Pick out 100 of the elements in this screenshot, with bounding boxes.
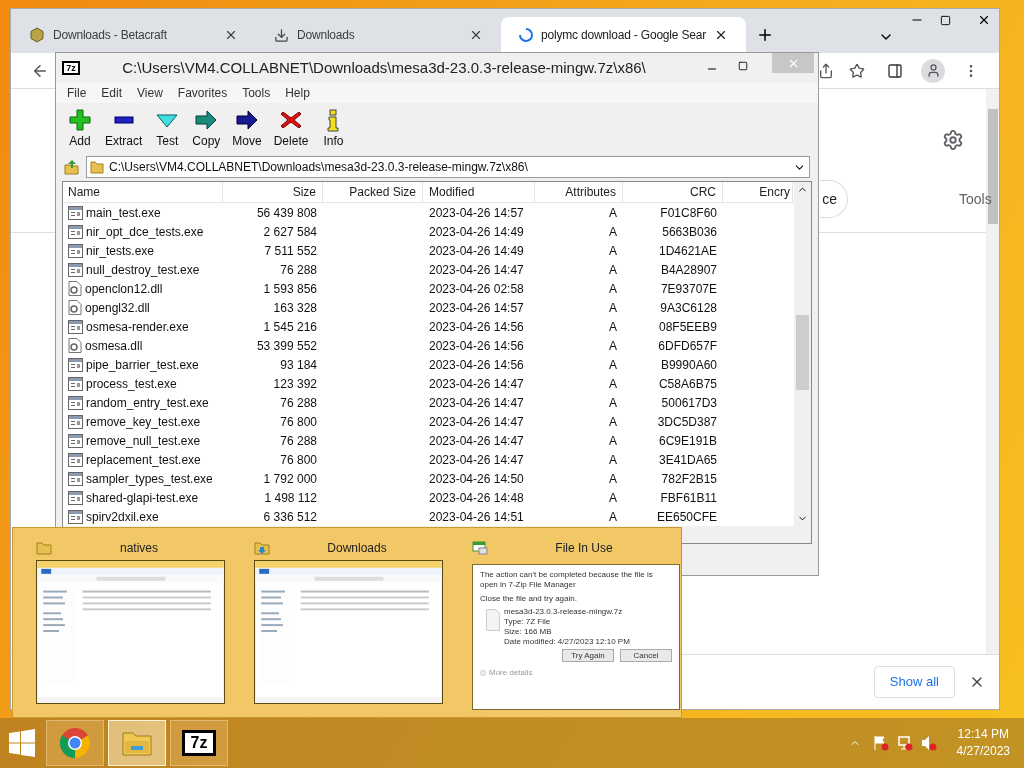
file-name: process_test.exe — [86, 375, 177, 393]
menu-item[interactable]: Favorites — [177, 84, 228, 102]
address-field[interactable]: C:\Users\VM4.COLLABNET\Downloads\mesa3d-23.0.3-release-mingw.7z\x86\ — [86, 156, 810, 178]
toolbar-button[interactable]: Delete — [270, 108, 312, 150]
side-panel-icon[interactable] — [887, 62, 903, 79]
menu-item[interactable]: Help — [285, 84, 310, 102]
file-name: openclon12.dll — [85, 280, 163, 298]
file-name: pipe_barrier_test.exe — [86, 356, 199, 374]
file-modified: 2023-04-26 02:58 — [429, 281, 524, 296]
star-icon[interactable] — [849, 62, 865, 79]
file-icon — [486, 607, 500, 631]
file-name: nir_opt_dce_tests.exe — [86, 223, 204, 241]
download-icon — [274, 27, 289, 43]
scrollbar[interactable] — [794, 182, 811, 526]
file-modified: 2023-04-26 14:49 — [429, 243, 524, 258]
column-header[interactable]: Name — [63, 182, 223, 202]
folder-icon — [254, 540, 270, 556]
menu-item[interactable]: File — [67, 84, 87, 102]
taskbar-button[interactable]: 7z — [170, 720, 228, 766]
toolbar-button[interactable]: Copy — [189, 108, 224, 150]
column-header[interactable]: Modified — [423, 182, 535, 202]
window-title: C:\Users\VM4.COLLABNET\Downloads\mesa3d-23.0.3-release-mingw.7z\x86\ — [121, 57, 647, 78]
browser-tab[interactable]: polymc download - Google Sear — [501, 17, 746, 53]
file-size: 76 288 — [280, 433, 317, 448]
new-tab-icon[interactable] — [756, 26, 774, 44]
file-size: 76 288 — [280, 262, 317, 277]
speaker-icon[interactable] — [920, 735, 937, 751]
toolbar-button[interactable]: Move — [229, 108, 265, 150]
file-crc: B4A28907 — [660, 262, 717, 277]
toolbar-button[interactable]: Add — [64, 108, 96, 150]
close-icon[interactable] — [714, 28, 728, 42]
dialog-button[interactable]: Cancel — [620, 649, 672, 662]
file-modified: 2023-04-26 14:48 — [429, 490, 524, 505]
up-folder-icon[interactable] — [64, 159, 80, 175]
chrome-icon — [59, 727, 91, 759]
share-icon[interactable] — [818, 62, 834, 79]
file-name: opengl32.dll — [85, 299, 150, 317]
scroll-thumb[interactable] — [796, 315, 809, 390]
tab-title: polymc download - Google Sear — [541, 27, 706, 44]
file-modified: 2023-04-26 14:56 — [429, 357, 524, 372]
file-size: 1 593 856 — [263, 281, 317, 296]
menu-item[interactable]: Tools — [242, 84, 271, 102]
close-icon[interactable] — [469, 28, 483, 42]
file-size: 123 392 — [273, 376, 317, 391]
window-icon — [68, 490, 83, 505]
column-header[interactable]: Packed Size — [323, 182, 423, 202]
show-all-button[interactable]: Show all — [873, 666, 955, 698]
file-attributes: A — [609, 319, 617, 334]
window-thumbnail[interactable]: Downloads — [254, 536, 444, 717]
address-text: C:\Users\VM4.COLLABNET\Downloads\mesa3d-23.0.3-release-mingw.7z\x86\ — [109, 159, 529, 176]
file-detail: Type: 7Z File — [504, 617, 552, 627]
taskbar-button[interactable] — [108, 720, 166, 766]
file-name: null_destroy_test.exe — [86, 261, 200, 279]
window-icon — [68, 224, 83, 239]
menu-item[interactable]: Edit — [101, 84, 123, 102]
window-icon — [68, 205, 83, 220]
toolbar-button[interactable]: Extract — [102, 108, 146, 150]
clock-time: 12:14 PM — [957, 726, 1009, 743]
close-icon[interactable] — [224, 28, 238, 42]
menu-item[interactable]: View — [137, 84, 163, 102]
window-thumbnail[interactable]: natives — [36, 536, 226, 717]
file-attributes: A — [609, 281, 617, 296]
settings-icon[interactable] — [942, 129, 964, 151]
thumbnail-title: Downloads — [326, 540, 388, 557]
thumbnail-title: natives — [119, 540, 159, 557]
window-icon — [68, 262, 83, 277]
close-icon[interactable] — [977, 13, 991, 27]
toolbar-button[interactable]: Info — [317, 108, 350, 150]
tools-link[interactable]: Tools — [959, 189, 992, 210]
maximize-icon[interactable] — [738, 61, 748, 71]
file-modified: 2023-04-26 14:57 — [429, 300, 524, 315]
toolbar-button[interactable]: Test — [151, 108, 184, 150]
cube-icon — [29, 27, 45, 43]
file-name: osmesa.dll — [85, 337, 143, 355]
file-size: 1 498 112 — [264, 490, 317, 505]
file-modified: 2023-04-26 14:47 — [429, 376, 524, 391]
file-modified: 2023-04-26 14:47 — [429, 395, 524, 410]
flag-icon[interactable] — [872, 735, 889, 751]
file-crc: 3E41DA65 — [658, 452, 717, 467]
taskbar-button[interactable] — [46, 720, 104, 766]
profile-icon[interactable] — [921, 58, 945, 83]
network-icon[interactable] — [896, 735, 913, 751]
column-header[interactable]: Size — [223, 182, 323, 202]
browser-tab[interactable]: Downloads — [256, 17, 501, 53]
file-size: 1 545 216 — [263, 319, 317, 334]
maximize-icon[interactable] — [940, 15, 951, 26]
file-detail: mesa3d-23.0.3-release-mingw.7z — [504, 607, 624, 617]
column-header[interactable]: CRC — [623, 182, 723, 202]
dialog-icon — [472, 541, 488, 555]
windows-logo-icon[interactable] — [8, 729, 36, 757]
file-attributes: A — [609, 414, 617, 429]
file-attributes: A — [609, 243, 617, 258]
column-header[interactable]: Attributes — [535, 182, 623, 202]
file-crc: EE650CFE — [656, 509, 717, 524]
browser-tab[interactable]: Downloads - Betacraft — [11, 17, 256, 53]
window-icon — [68, 509, 83, 524]
file-crc: 7E93707E — [660, 281, 717, 296]
dialog-button[interactable]: Try Again — [562, 649, 614, 662]
file-name: replacement_test.exe — [86, 451, 201, 469]
column-header[interactable]: Encry — [723, 182, 793, 202]
